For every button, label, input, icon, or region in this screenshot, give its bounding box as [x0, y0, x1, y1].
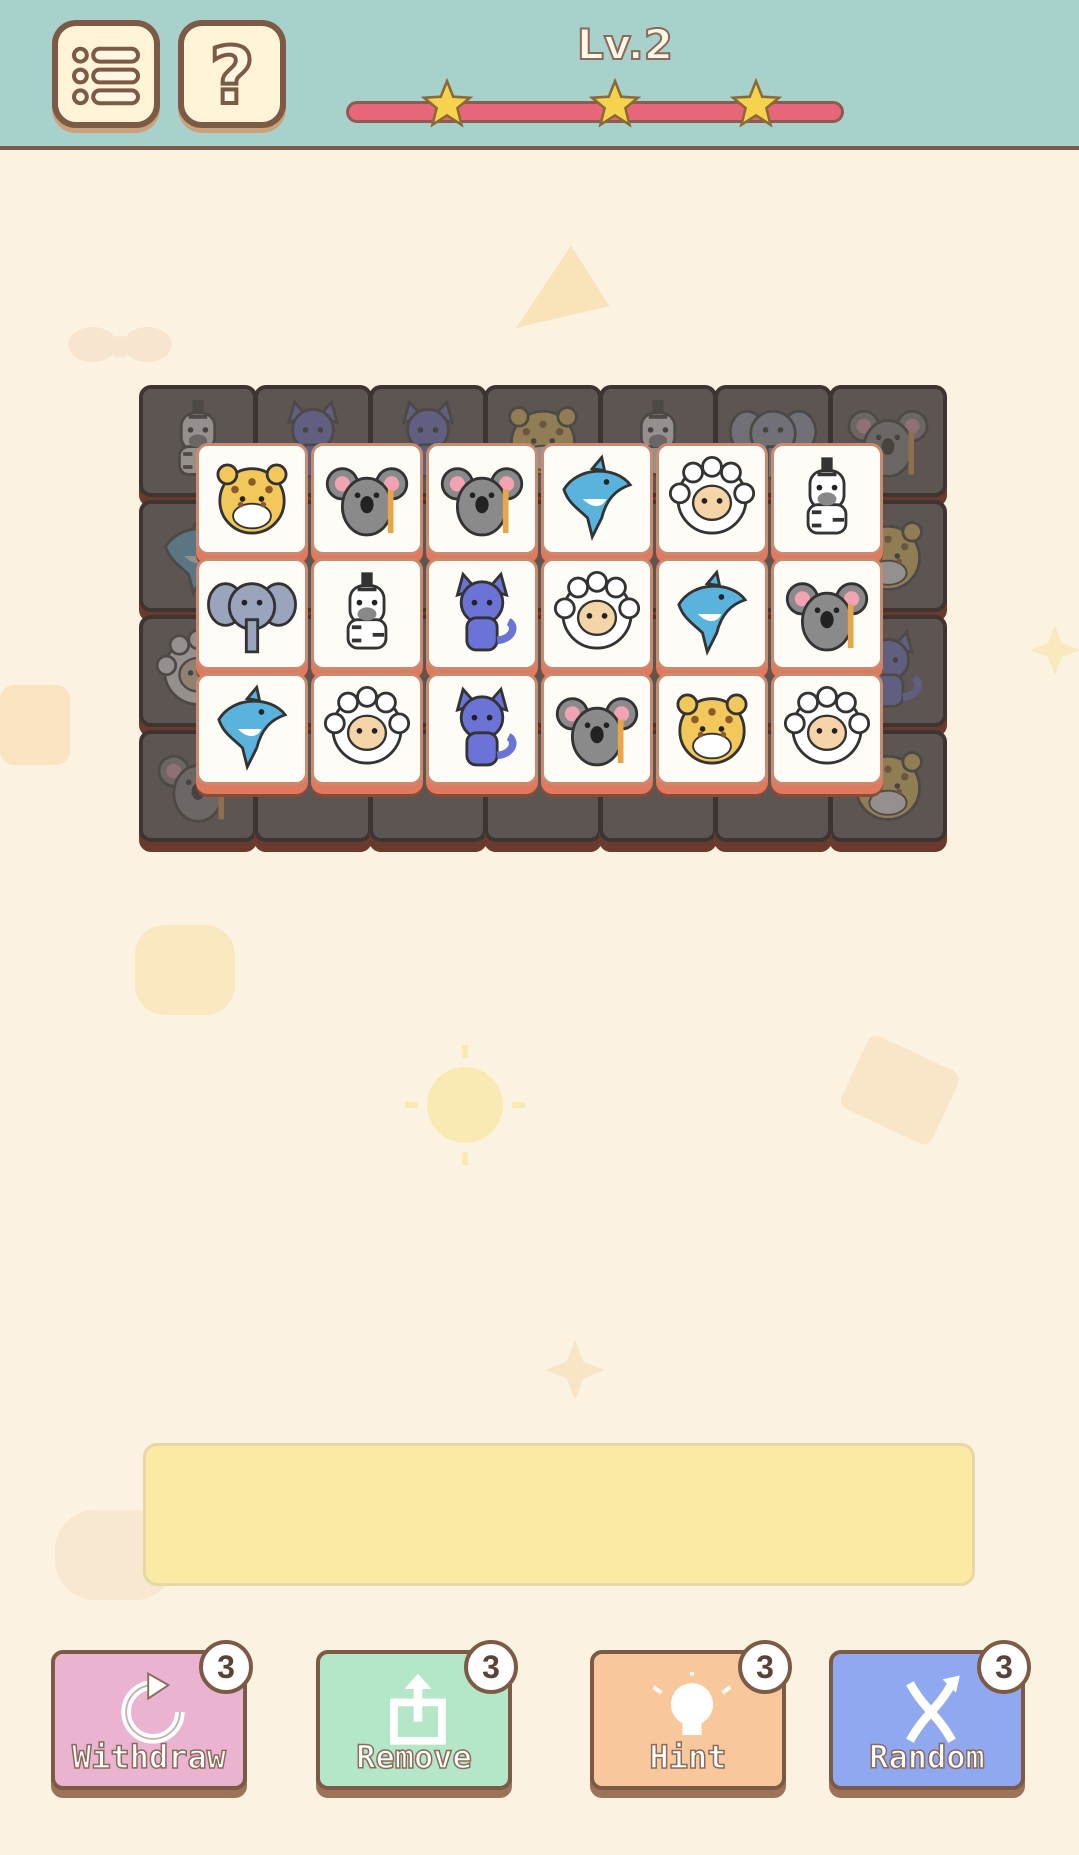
cat-icon — [455, 686, 517, 767]
bg-sun-icon — [405, 1045, 525, 1165]
tile-koala[interactable] — [311, 443, 423, 555]
withdraw-button[interactable]: Withdraw 3 — [51, 1640, 253, 1790]
tile-leopard[interactable] — [656, 673, 768, 785]
tile-cat[interactable] — [426, 558, 538, 670]
tile-slot-tray — [143, 1443, 975, 1586]
tile-leopard[interactable] — [196, 443, 308, 555]
random-button[interactable]: Random 3 — [829, 1640, 1031, 1790]
tile-koala[interactable] — [771, 558, 883, 670]
tile-dolphin[interactable] — [541, 443, 653, 555]
tile-koala[interactable] — [541, 673, 653, 785]
game-board — [0, 0, 1079, 900]
withdraw-label: Withdraw — [71, 1737, 227, 1777]
koala-icon — [325, 467, 409, 537]
tile-dolphin[interactable] — [196, 673, 308, 785]
bg-gift-icon — [841, 1035, 959, 1145]
remove-button[interactable]: Remove 3 — [316, 1640, 518, 1790]
koala-icon — [440, 467, 524, 537]
dolphin-icon — [562, 454, 633, 541]
elephant-icon — [207, 582, 297, 654]
tile-zebra[interactable] — [311, 558, 423, 670]
koala-icon — [785, 582, 869, 652]
random-label: Random — [868, 1737, 985, 1777]
hint-button[interactable]: Hint 3 — [590, 1640, 792, 1790]
hint-label: Hint — [649, 1737, 728, 1777]
tile-sheep[interactable] — [771, 673, 883, 785]
tile-sheep[interactable] — [656, 443, 768, 555]
zebra-icon — [346, 572, 388, 650]
bg-bread-icon — [135, 925, 235, 1015]
remove-count-badge: 3 — [464, 1640, 518, 1694]
tile-cat[interactable] — [426, 673, 538, 785]
sheep-icon — [553, 570, 641, 650]
tile-zebra[interactable] — [771, 443, 883, 555]
cat-icon — [455, 571, 517, 652]
bg-sparkle-icon — [545, 1340, 605, 1400]
tile-sheep[interactable] — [311, 673, 423, 785]
sheep-icon — [668, 455, 756, 535]
leopard-icon — [216, 463, 288, 535]
dolphin-icon — [217, 684, 288, 771]
tile-sheep[interactable] — [541, 558, 653, 670]
tile-koala[interactable] — [426, 443, 538, 555]
random-count-badge: 3 — [977, 1640, 1031, 1694]
sheep-icon — [323, 685, 411, 765]
zebra-icon — [806, 457, 848, 535]
leopard-icon — [676, 693, 748, 765]
tile-dolphin[interactable] — [656, 558, 768, 670]
dolphin-icon — [677, 569, 748, 656]
tile-elephant[interactable] — [196, 558, 308, 670]
hint-count-badge: 3 — [738, 1640, 792, 1694]
withdraw-count-badge: 3 — [199, 1640, 253, 1694]
sheep-icon — [783, 685, 871, 765]
koala-icon — [555, 697, 639, 767]
remove-label: Remove — [355, 1737, 472, 1777]
